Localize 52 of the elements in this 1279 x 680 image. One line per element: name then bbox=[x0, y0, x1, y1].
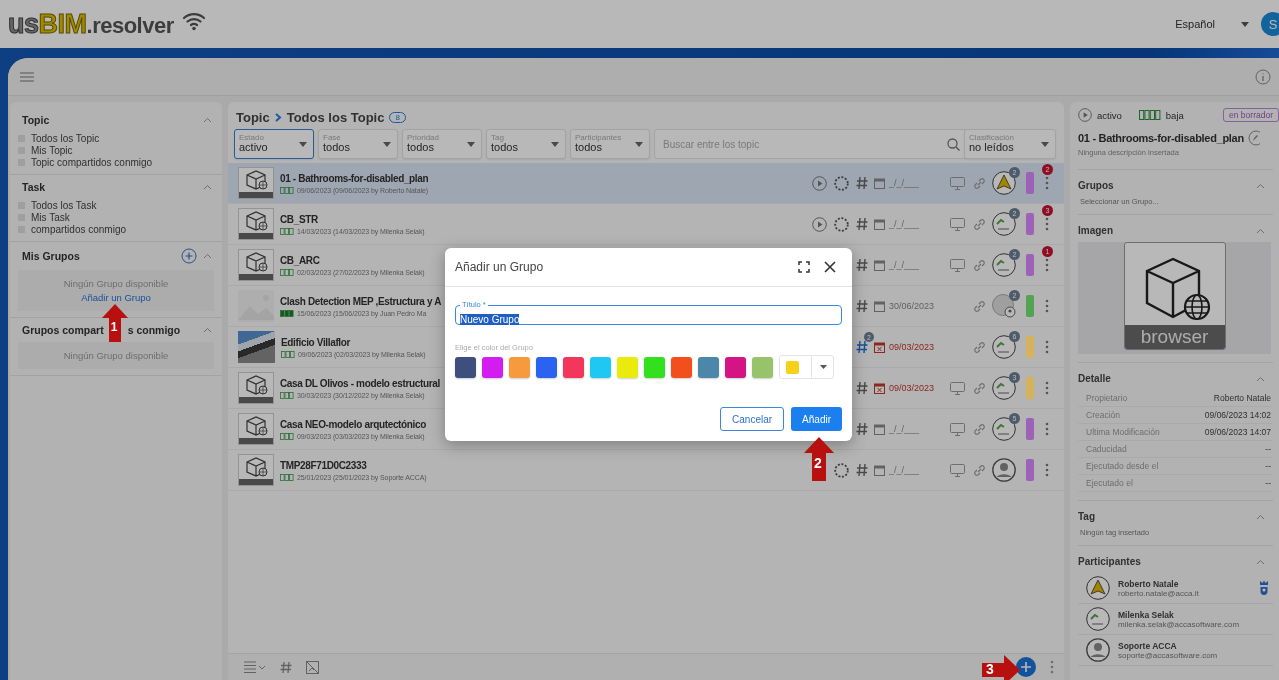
topic-title: 01 - Bathrooms-for-disabled_plan bbox=[280, 172, 430, 184]
detail-label: Caducidad bbox=[1086, 443, 1127, 455]
section-title: Grupos bbox=[1078, 180, 1114, 191]
due-date: _/_/___ bbox=[889, 260, 920, 270]
detail-value: -- bbox=[1265, 443, 1271, 455]
detail-value: 09/06/2023 14:02 bbox=[1204, 409, 1271, 421]
topic-title: TMP28F71D0C2333 bbox=[280, 459, 368, 471]
section-title: Mis Grupos bbox=[22, 250, 80, 262]
priority-label: baja bbox=[1165, 109, 1184, 121]
due-date: _/_/___ bbox=[889, 178, 920, 188]
topic-title: Edificio Villaflor bbox=[281, 336, 352, 348]
participant-name: Milenka Selak bbox=[1118, 609, 1175, 620]
participant-email: roberto.natale@acca.it bbox=[1118, 588, 1200, 598]
due-date: 09/03/2023 bbox=[889, 383, 935, 393]
section-title: Task bbox=[22, 181, 46, 193]
due-date: _/_/___ bbox=[889, 424, 920, 434]
participant-email: milenka.selak@accasoftware.com bbox=[1118, 619, 1241, 629]
detail-label: Ultima Modificación bbox=[1086, 426, 1160, 438]
participant-name: Soporte ACCA bbox=[1118, 640, 1177, 651]
topic-title: Casa NEO-modelo arqutectónico bbox=[280, 418, 427, 430]
topic-title: 01 - Bathrooms-for-disabled_plan bbox=[1078, 132, 1244, 144]
detail-label: Propietario bbox=[1086, 392, 1128, 404]
section-title: Participantes bbox=[1078, 556, 1141, 567]
detail-label: Creación bbox=[1086, 409, 1121, 421]
callout-arrow: 2 bbox=[804, 437, 834, 481]
callout-arrow: 3 bbox=[982, 655, 1020, 680]
detail-value: Roberto Natale bbox=[1213, 392, 1271, 404]
status-label: activo bbox=[1097, 109, 1122, 121]
model-thumbnail: browser bbox=[1123, 242, 1226, 350]
due-date: _/_/___ bbox=[889, 219, 920, 229]
detail-label: Ejecutado desde el bbox=[1086, 460, 1159, 472]
section-title: Grupos compart bbox=[22, 324, 104, 336]
due-date: 30/06/2023 bbox=[889, 301, 935, 311]
dialog-title: Añadir un Grupo bbox=[455, 260, 544, 274]
section-title: Detalle bbox=[1078, 373, 1111, 384]
detail-value: -- bbox=[1265, 460, 1271, 472]
section-title: s conmigo bbox=[127, 324, 181, 336]
detail-value: 09/06/2023 14:07 bbox=[1204, 426, 1271, 438]
participant-email: soporte@accasoftware.com bbox=[1118, 650, 1219, 660]
due-date: _/_/___ bbox=[889, 465, 920, 475]
breadcrumb-item: Todos los Topic bbox=[286, 110, 385, 125]
section-title: Imagen bbox=[1078, 225, 1113, 236]
participant-name: Roberto Natale bbox=[1118, 578, 1180, 589]
section-title: Topic bbox=[22, 114, 50, 126]
topic-title: Clash Detection MEP ,Estructura y A bbox=[280, 295, 443, 307]
detail-value: -- bbox=[1265, 477, 1271, 489]
section-title: Tag bbox=[1078, 511, 1096, 522]
due-date: 09/03/2023 bbox=[889, 342, 935, 352]
topic-title: CB_ARC bbox=[280, 254, 321, 266]
topic-title: Casa DL Olivos - modelo estructural bbox=[280, 377, 441, 389]
status-badge: en borrador bbox=[1223, 108, 1279, 122]
topic-title: CB_STR bbox=[280, 213, 319, 225]
